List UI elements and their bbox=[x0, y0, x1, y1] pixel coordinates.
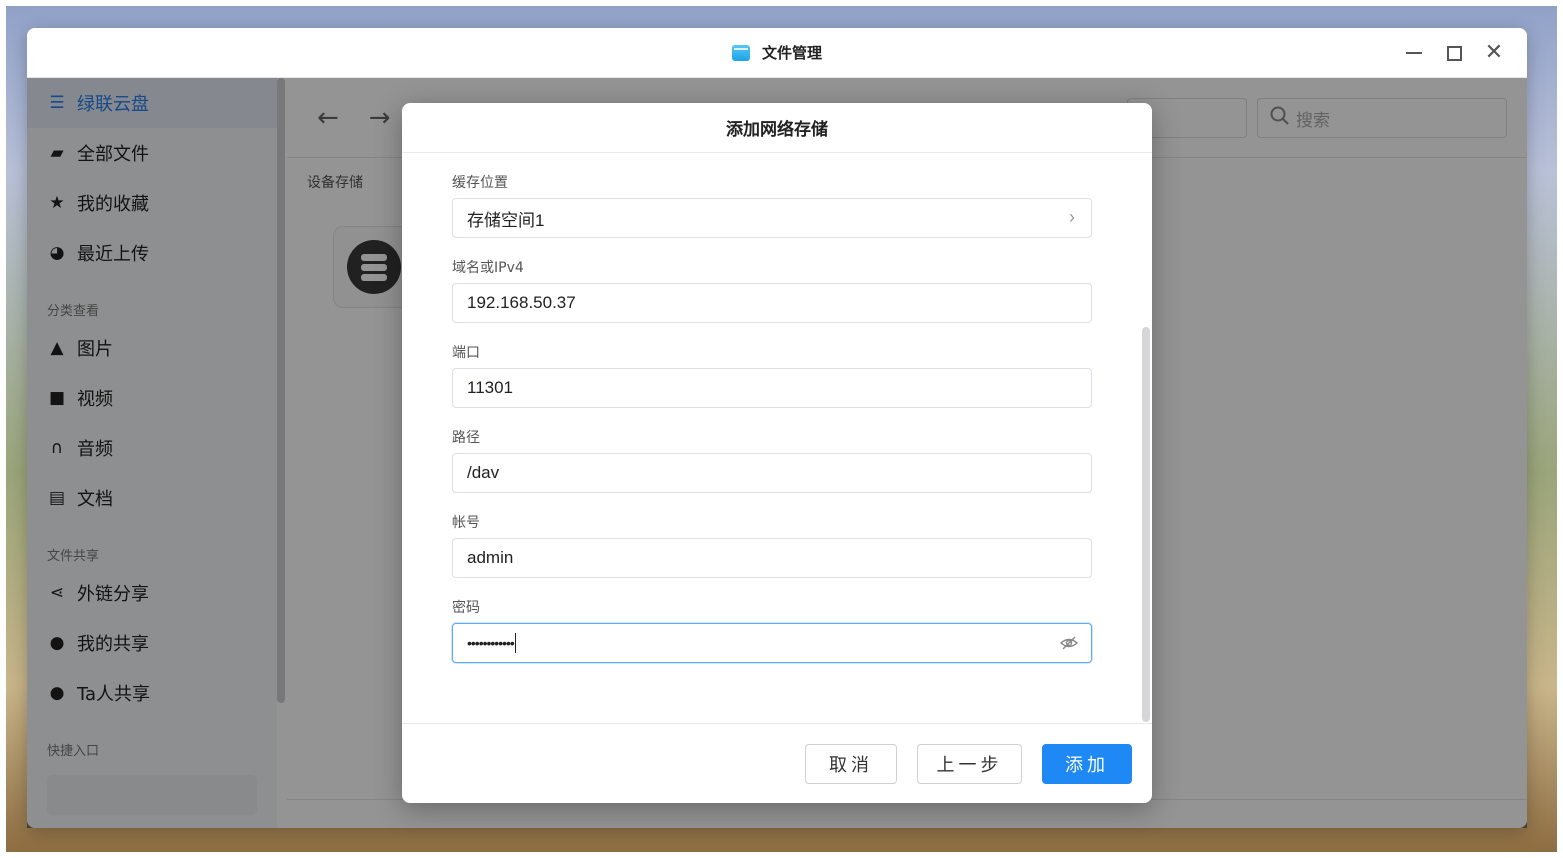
password-label: 密码 bbox=[452, 600, 480, 616]
maximize-icon bbox=[1446, 45, 1462, 61]
path-label: 路径 bbox=[452, 430, 480, 446]
path-value: /dav bbox=[467, 463, 500, 482]
window-controls: ✕ bbox=[1405, 28, 1503, 78]
path-input[interactable]: /dav bbox=[452, 453, 1092, 493]
account-input[interactable]: admin bbox=[452, 538, 1092, 578]
cache-location-value: 存储空间1 bbox=[467, 210, 545, 230]
cache-location-label: 缓存位置 bbox=[452, 175, 508, 191]
host-value: 192.168.50.37 bbox=[467, 293, 576, 312]
close-button[interactable]: ✕ bbox=[1484, 40, 1504, 65]
dialog-footer: 取消 上一步 添加 bbox=[402, 723, 1152, 803]
titlebar: 文件管理 ✕ bbox=[27, 28, 1527, 78]
cache-location-select[interactable]: 存储空间1 › bbox=[452, 198, 1092, 238]
minimize-button[interactable] bbox=[1405, 44, 1423, 62]
add-button[interactable]: 添加 bbox=[1042, 744, 1132, 784]
host-label: 域名或IPv4 bbox=[452, 260, 524, 276]
port-label: 端口 bbox=[452, 345, 480, 361]
chevron-right-icon: › bbox=[1069, 207, 1075, 227]
text-caret bbox=[514, 633, 516, 653]
file-manager-app-icon bbox=[731, 44, 750, 61]
account-value: admin bbox=[467, 548, 514, 567]
port-input[interactable]: 11301 bbox=[452, 368, 1092, 408]
account-label: 帐号 bbox=[452, 515, 480, 531]
port-value: 11301 bbox=[467, 378, 514, 397]
host-input[interactable]: 192.168.50.37 bbox=[452, 283, 1092, 323]
eye-hidden-icon[interactable] bbox=[1059, 633, 1079, 653]
previous-step-button[interactable]: 上一步 bbox=[917, 744, 1022, 784]
password-value: •••••••••••• bbox=[467, 635, 515, 651]
dialog-title: 添加网络存储 bbox=[402, 103, 1152, 153]
dialog-form: 缓存位置 存储空间1 › 域名或IPv4 192.168.50.37 端口 11… bbox=[452, 153, 1092, 663]
close-icon: ✕ bbox=[1484, 40, 1504, 65]
dialog-scrollbar[interactable] bbox=[1142, 327, 1150, 722]
window-title: 文件管理 bbox=[761, 44, 822, 62]
minimize-icon bbox=[1406, 52, 1422, 54]
password-input[interactable]: •••••••••••• bbox=[452, 623, 1092, 663]
maximize-button[interactable] bbox=[1445, 44, 1463, 62]
cancel-button[interactable]: 取消 bbox=[805, 744, 897, 784]
add-network-storage-dialog: 添加网络存储 缓存位置 存储空间1 › 域名或IPv4 192.168.50.3… bbox=[402, 103, 1152, 803]
